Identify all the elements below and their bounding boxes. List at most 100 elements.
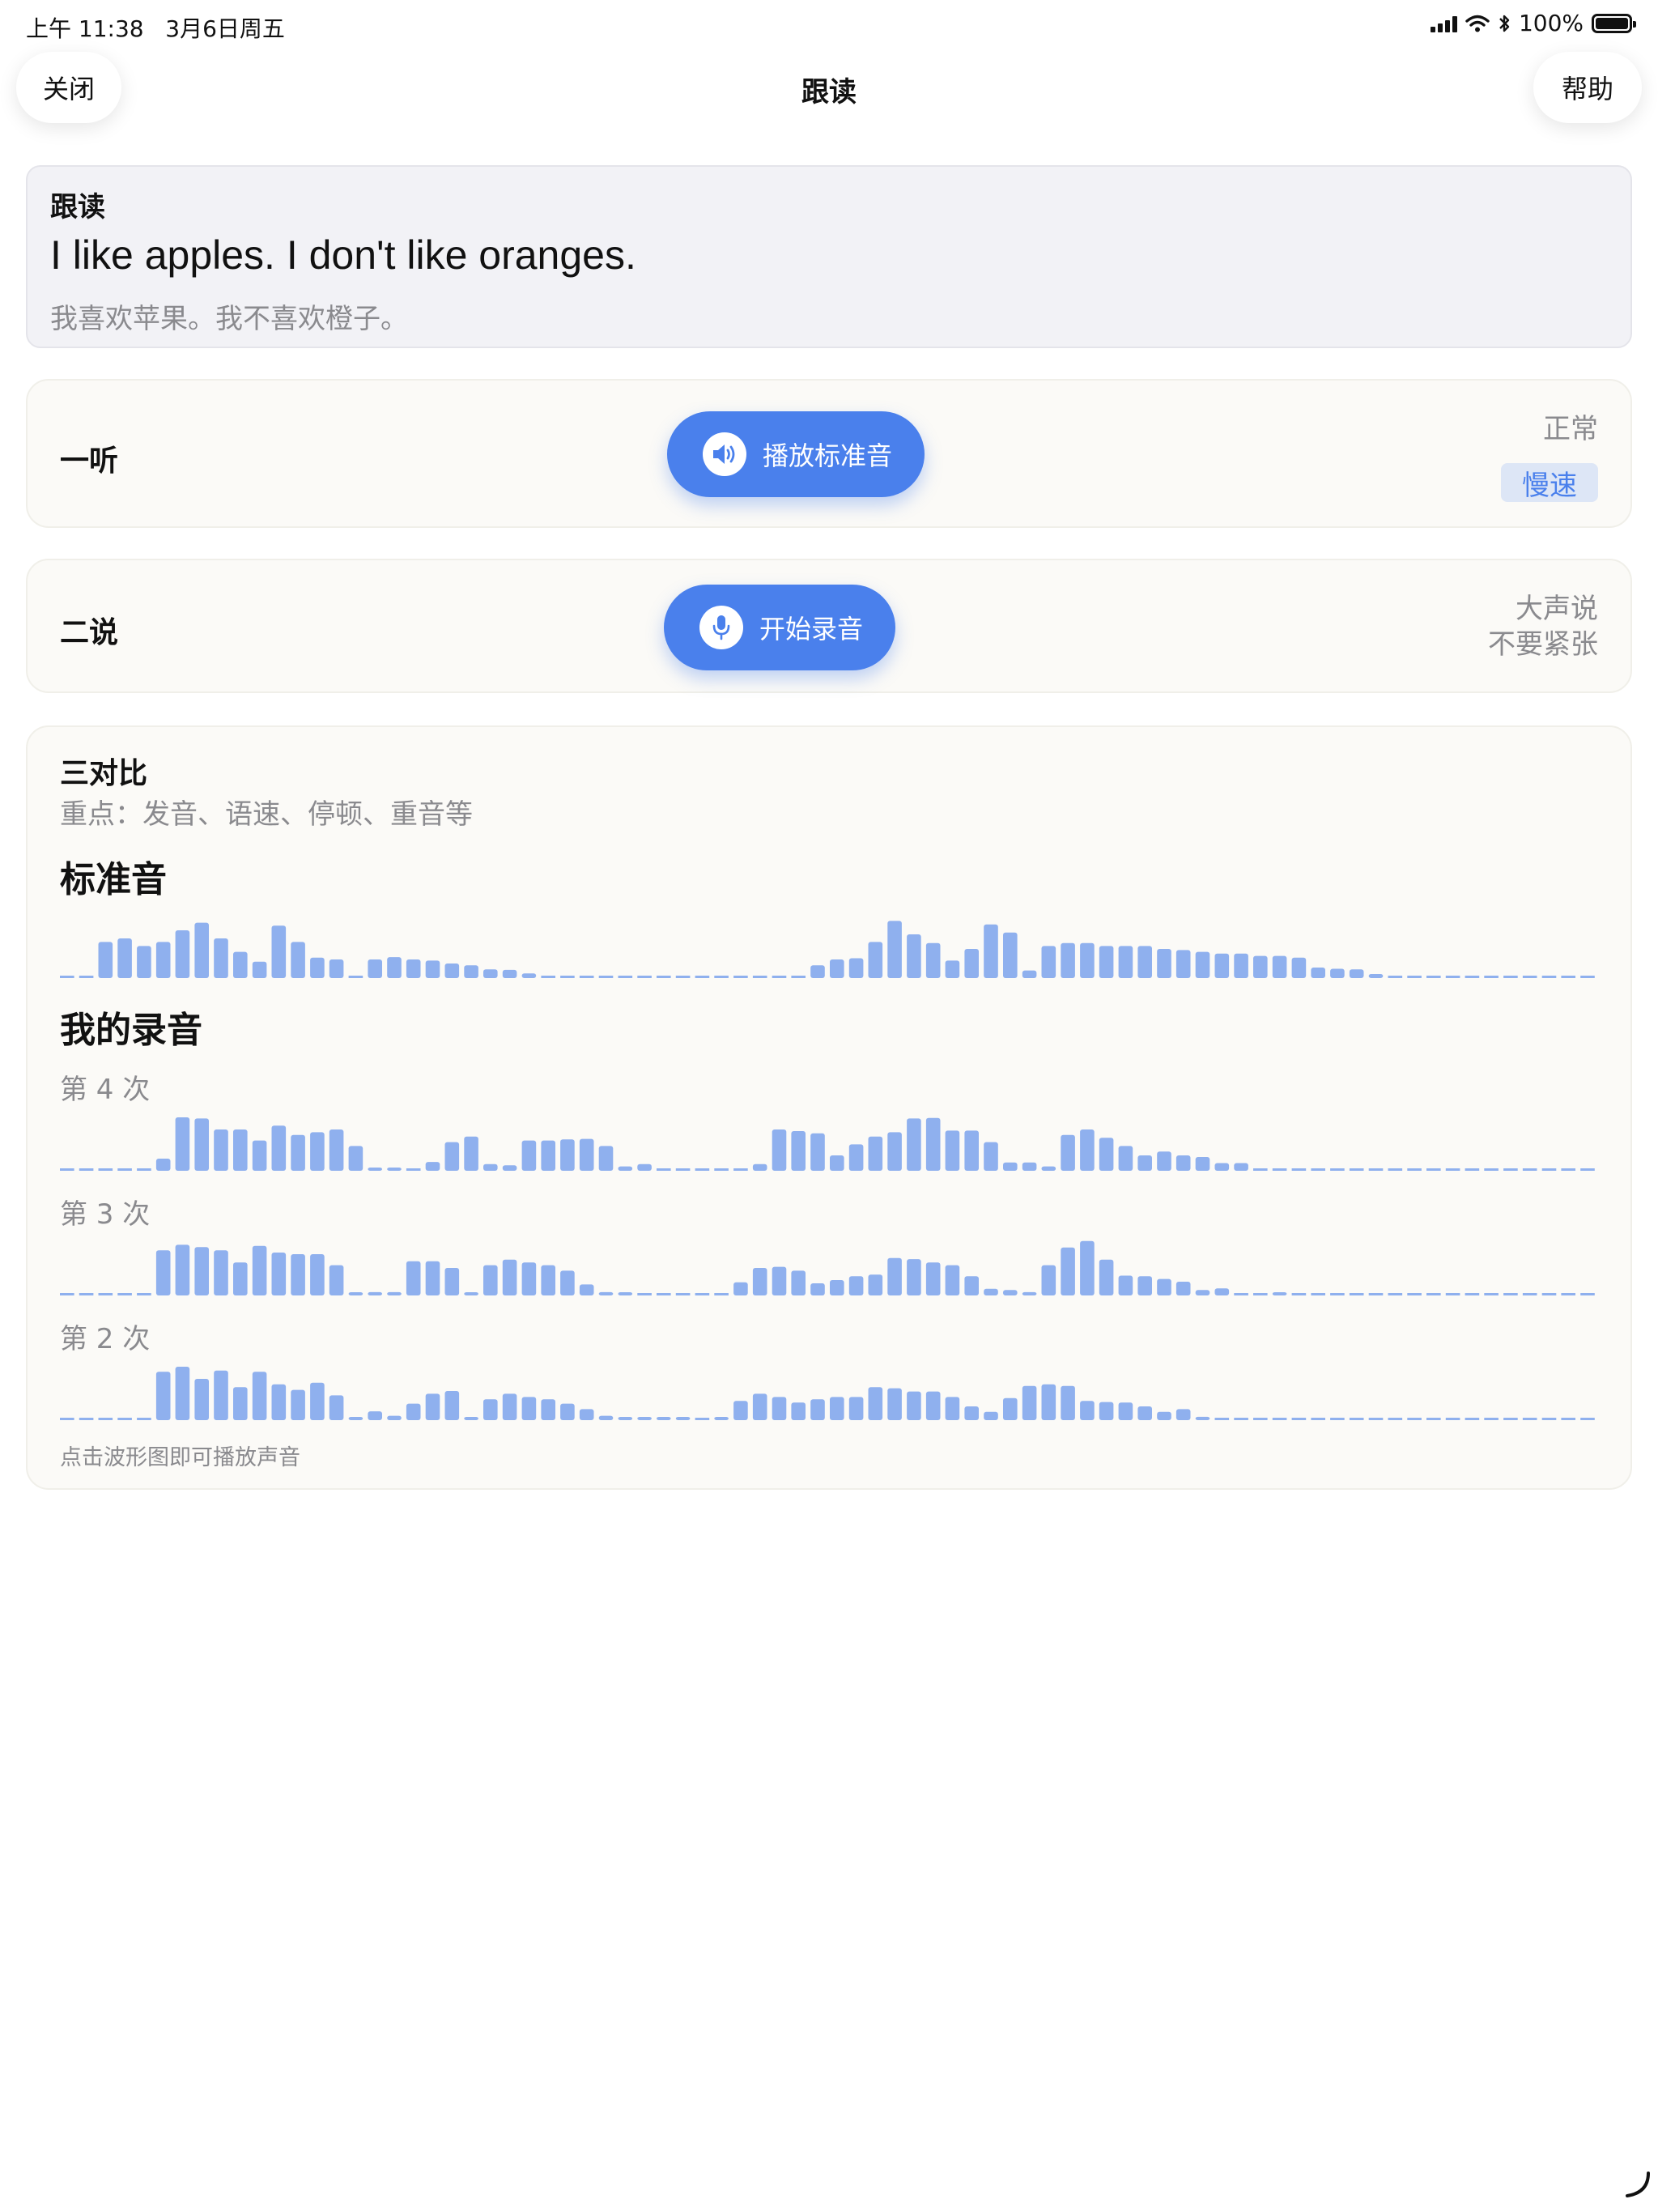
waveform-bar (964, 1130, 979, 1171)
waveform-baseline-segment (1311, 1168, 1325, 1171)
waveform-baseline-segment (1561, 976, 1575, 978)
waveform-bar (271, 925, 287, 978)
waveform-bar (406, 959, 421, 978)
attempt-4-waveform[interactable] (60, 1112, 1600, 1171)
waveform-bar (329, 1395, 344, 1420)
waveform-bar (1022, 970, 1037, 978)
waveform-bar (1061, 942, 1075, 978)
help-button[interactable]: 帮助 (1533, 52, 1642, 123)
waveform-baseline-segment (1311, 1418, 1325, 1420)
waveform-bar (733, 1282, 748, 1295)
waveform-baseline-segment (579, 976, 594, 978)
waveform-bar (1061, 1385, 1075, 1420)
waveform-bar (887, 1388, 902, 1420)
waveform-bar (483, 969, 498, 978)
waveform-baseline-segment (1426, 976, 1441, 978)
cellular-signal-icon (1430, 15, 1457, 32)
page-title: 跟读 (801, 76, 857, 108)
waveform-baseline-segment (1407, 1418, 1422, 1420)
waveform-baseline-segment (695, 1293, 710, 1295)
waveform-baseline-segment (1426, 1418, 1441, 1420)
speed-slow-option[interactable]: 慢速 (1501, 463, 1598, 502)
waveform-bar (541, 1140, 555, 1171)
waveform-baseline-segment (1503, 1418, 1518, 1420)
waveform-baseline-segment (1561, 1168, 1575, 1171)
waveform-bar (907, 1259, 921, 1295)
waveform-baseline-segment (1522, 1418, 1537, 1420)
waveform-baseline-segment (1388, 976, 1403, 978)
waveform-bar (521, 1140, 537, 1171)
waveform-bar (772, 1129, 787, 1171)
waveform-baseline-segment (137, 1168, 151, 1171)
waveform-bar (1291, 957, 1307, 978)
waveform-baseline-segment (1214, 1418, 1230, 1420)
waveform-bar (945, 1265, 960, 1295)
waveform-baseline-segment (657, 1293, 671, 1295)
waveform-bar (1175, 1282, 1191, 1295)
waveform-baseline-segment (1503, 1168, 1518, 1171)
waveform-baseline-segment (117, 1168, 132, 1171)
waveform-bar (925, 1117, 941, 1171)
battery-percent: 100% (1518, 10, 1584, 36)
waveform-bar (444, 1142, 460, 1171)
waveform-baseline-segment (348, 976, 363, 978)
waveform-baseline-segment (1465, 1293, 1480, 1295)
waveform-baseline-segment (714, 1293, 729, 1295)
speed-normal-option[interactable]: 正常 (1543, 406, 1598, 446)
waveform-bar (175, 1367, 190, 1420)
waveform-bar (560, 1139, 575, 1171)
play-standard-button[interactable]: 播放标准音 (667, 411, 925, 497)
waveform-bar (1253, 955, 1268, 978)
attempt-3-label: 第 3 次 (60, 1198, 151, 1231)
waveform-baseline-segment (137, 1293, 151, 1295)
waveform-bar (1061, 1247, 1075, 1295)
waveform-bar (1099, 1138, 1114, 1171)
start-recording-button[interactable]: 开始录音 (664, 585, 895, 670)
waveform-bar (387, 1291, 402, 1295)
waveform-bar (502, 969, 517, 978)
waveform-baseline-segment (1388, 1168, 1403, 1171)
waveform-bar (291, 1254, 305, 1295)
waveform-bar (1080, 1129, 1095, 1171)
waveform-baseline-segment (1445, 1168, 1460, 1171)
waveform-baseline-segment (1388, 1418, 1403, 1420)
attempt-2-waveform[interactable] (60, 1362, 1600, 1420)
waveform-bar (1041, 1265, 1056, 1295)
waveform-bar (984, 1288, 998, 1295)
waveform-bar (541, 1265, 555, 1295)
waveform-baseline-segment (1561, 1293, 1575, 1295)
waveform-bar (964, 1406, 979, 1420)
waveform-bar (848, 1397, 864, 1420)
waveform-baseline-segment (598, 976, 614, 978)
waveform-baseline-segment (637, 976, 652, 978)
waveform-bar (348, 1417, 363, 1420)
waveform-baseline-segment (675, 1293, 691, 1295)
waveform-baseline-segment (657, 976, 671, 978)
waveform-bar (1137, 1406, 1152, 1420)
waveform-baseline-segment (695, 976, 710, 978)
waveform-baseline-segment (1330, 1418, 1345, 1420)
waveform-bar (1214, 1288, 1230, 1295)
waveform-bar (155, 1159, 171, 1171)
sentence-card-title: 跟读 (50, 191, 105, 223)
waveform-bar (406, 1403, 421, 1420)
waveform-bar (310, 1132, 325, 1171)
waveform-baseline-segment (1445, 1293, 1460, 1295)
bluetooth-icon (1499, 15, 1510, 32)
status-time-date: 上午 11:38 3月6日周五 (26, 15, 285, 42)
waveform-bar (1003, 1397, 1018, 1420)
waveform-bar (291, 1389, 305, 1420)
waveform-baseline-segment (1253, 1418, 1268, 1420)
waveform-baseline-segment (1291, 1168, 1307, 1171)
waveform-bar (848, 1276, 864, 1295)
waveform-bar (214, 1250, 228, 1295)
waveform-baseline-segment (1484, 1168, 1499, 1171)
waveform-bar (329, 1265, 344, 1295)
waveform-baseline-segment (1484, 976, 1499, 978)
standard-waveform[interactable] (60, 917, 1600, 978)
waveform-bar (984, 1142, 998, 1171)
waveform-baseline-segment (1234, 1418, 1248, 1420)
waveform-bar (907, 934, 921, 978)
attempt-3-waveform[interactable] (60, 1237, 1600, 1295)
waveform-bar (368, 1168, 382, 1171)
